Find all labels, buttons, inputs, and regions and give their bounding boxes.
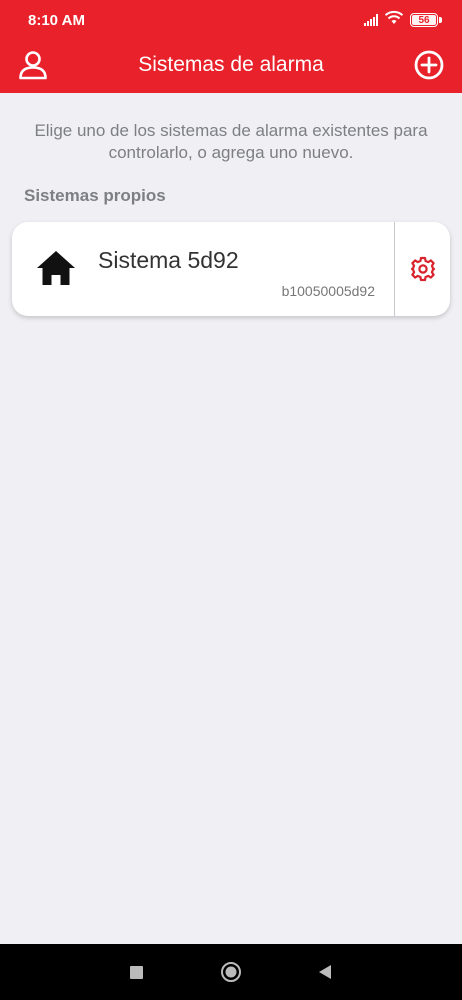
- battery-level: 56: [418, 14, 430, 26]
- system-name: Sistema 5d92: [98, 247, 239, 273]
- home-circle-icon: [221, 962, 241, 982]
- recents-button[interactable]: [124, 960, 148, 984]
- app-bar: Sistemas de alarma: [0, 40, 462, 93]
- signal-icon: [364, 14, 378, 26]
- status-time: 8:10 AM: [28, 12, 85, 29]
- page-title: Sistemas de alarma: [138, 53, 324, 76]
- status-icons: 56: [364, 10, 442, 31]
- section-label-own-systems: Sistemas propios: [24, 186, 166, 205]
- intro-text: Elige uno de los sistemas de alarma exis…: [34, 121, 428, 162]
- app-root: 8:10 AM 56 Sistemas de alarma Elige uno …: [0, 0, 462, 1000]
- home-icon: [37, 251, 75, 285]
- top-header: 8:10 AM 56 Sistemas de alarma: [0, 0, 462, 93]
- status-bar: 8:10 AM 56: [0, 0, 462, 40]
- back-nav-button[interactable]: [313, 960, 337, 984]
- add-system-button[interactable]: [410, 46, 448, 84]
- recents-square-icon: [129, 965, 143, 979]
- gear-icon: [410, 256, 435, 282]
- home-nav-button[interactable]: [219, 960, 243, 984]
- back-triangle-icon: [319, 965, 331, 979]
- system-nav-bar: [0, 944, 462, 1000]
- battery-icon: 56: [410, 13, 442, 27]
- add-circle-icon: [414, 50, 444, 80]
- system-settings-button[interactable]: [395, 222, 450, 316]
- system-card-open[interactable]: Sistema 5d92 b10050005d92: [12, 222, 394, 316]
- wifi-icon: [384, 10, 404, 31]
- system-id: b10050005d92: [281, 283, 375, 299]
- system-card: Sistema 5d92 b10050005d92: [12, 222, 450, 316]
